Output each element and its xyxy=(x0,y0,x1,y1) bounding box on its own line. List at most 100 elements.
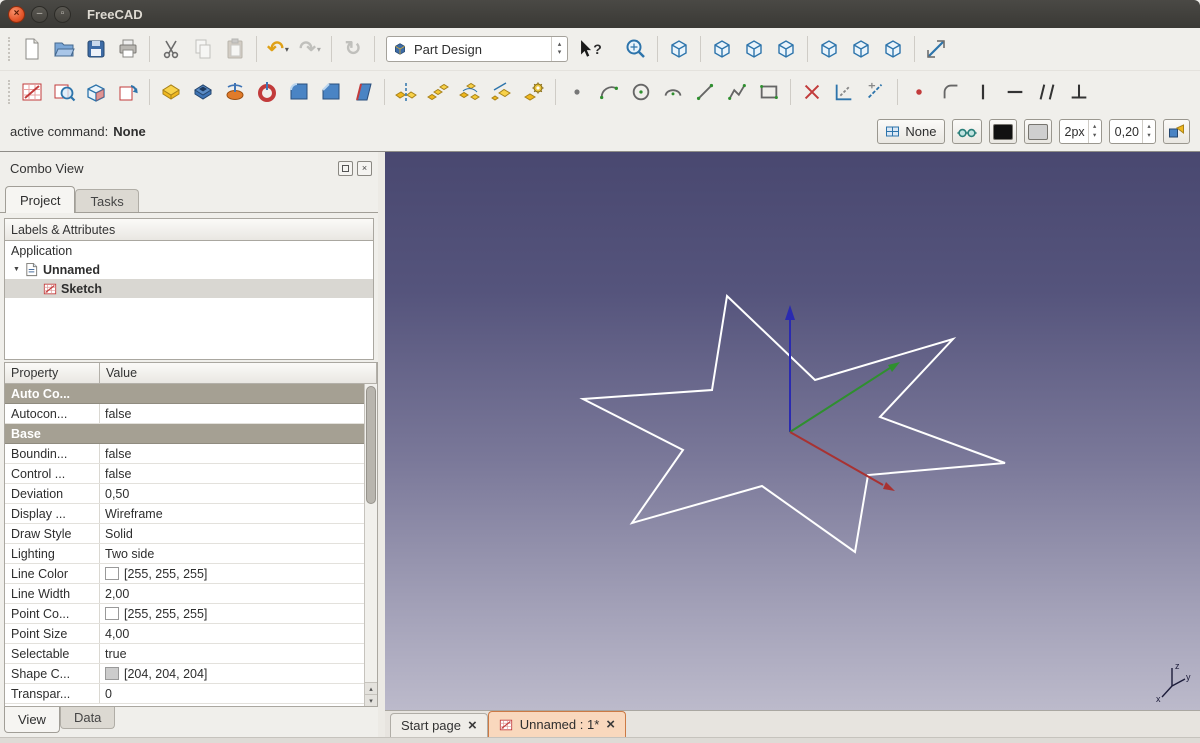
create-circle-button[interactable] xyxy=(625,76,657,108)
tab-view[interactable]: View xyxy=(4,707,60,733)
left-view-button[interactable] xyxy=(877,33,909,65)
refresh-button[interactable]: ↻ xyxy=(337,33,369,65)
whats-this-button[interactable]: ? xyxy=(574,33,606,65)
trim-edge-button[interactable] xyxy=(796,76,828,108)
chamfer-button[interactable] xyxy=(315,76,347,108)
close-tab-icon[interactable]: × xyxy=(606,717,615,732)
pad-button[interactable] xyxy=(155,76,187,108)
new-sketch-button[interactable] xyxy=(16,76,48,108)
workbench-selector-arrows[interactable]: ▴ ▾ xyxy=(551,37,567,61)
create-polyline-button[interactable] xyxy=(721,76,753,108)
rear-view-button[interactable] xyxy=(813,33,845,65)
reorient-sketch-button[interactable] xyxy=(112,76,144,108)
right-view-button[interactable] xyxy=(770,33,802,65)
linear-pattern-button[interactable] xyxy=(422,76,454,108)
property-row[interactable]: Shape C... [204, 204, 204] xyxy=(5,664,364,684)
groove-button[interactable] xyxy=(251,76,283,108)
panel-close-button[interactable]: × xyxy=(357,160,372,176)
face-color-button[interactable] xyxy=(1023,119,1052,144)
pocket-button[interactable] xyxy=(187,76,219,108)
tree-item-application[interactable]: Application xyxy=(5,241,373,260)
paste-button[interactable] xyxy=(219,33,251,65)
fillet-button[interactable] xyxy=(283,76,315,108)
toolbar-handle[interactable] xyxy=(8,37,12,61)
tab-tasks[interactable]: Tasks xyxy=(75,189,139,212)
multitransform-button[interactable] xyxy=(518,76,550,108)
create-fillet-button[interactable] xyxy=(935,76,967,108)
create-line-button[interactable] xyxy=(689,76,721,108)
mirrored-button[interactable] xyxy=(390,76,422,108)
property-group-row[interactable]: Base xyxy=(5,424,364,444)
constrain-vertical-button[interactable] xyxy=(967,76,999,108)
copy-button[interactable] xyxy=(187,33,219,65)
toolbar-handle[interactable] xyxy=(8,79,12,104)
3d-viewport[interactable]: z y x xyxy=(385,152,1200,710)
window-close-button[interactable]: × xyxy=(8,5,25,23)
front-view-button[interactable] xyxy=(706,33,738,65)
property-row[interactable]: Transpar... 0 xyxy=(5,684,364,704)
tree-item-document[interactable]: ▼ Unnamed xyxy=(5,260,373,279)
constrain-coincident-button[interactable] xyxy=(903,76,935,108)
undo-button[interactable]: ↶ ▾ xyxy=(262,33,294,65)
tab-project[interactable]: Project xyxy=(5,186,76,213)
line-width-arrows[interactable]: ▴ ▾ xyxy=(1087,120,1101,143)
revolution-button[interactable] xyxy=(219,76,251,108)
polar-pattern-button[interactable] xyxy=(454,76,486,108)
tab-start-page[interactable]: Start page × xyxy=(390,713,488,737)
panel-float-button[interactable] xyxy=(338,160,353,176)
working-plane-button[interactable]: None xyxy=(877,119,945,144)
line-width-spinbox[interactable]: 2px ▴ ▾ xyxy=(1058,119,1102,144)
titlebar[interactable]: × – ▫ FreeCAD xyxy=(0,0,1200,28)
scrollbar-thumb[interactable] xyxy=(366,386,376,504)
property-row[interactable]: Autocon... false xyxy=(5,404,364,424)
constrain-parallel-button[interactable] xyxy=(1031,76,1063,108)
construction-mode-button[interactable] xyxy=(860,76,892,108)
property-scrollbar[interactable]: ▴ ▾ xyxy=(364,384,377,706)
undo-dropdown-arrow[interactable]: ▾ xyxy=(285,45,289,54)
bottom-view-button[interactable] xyxy=(845,33,877,65)
save-button[interactable] xyxy=(80,33,112,65)
print-button[interactable] xyxy=(112,33,144,65)
window-maximize-button[interactable]: ▫ xyxy=(54,5,71,23)
autogroup-button[interactable] xyxy=(1163,119,1190,144)
construction-toggle-button[interactable] xyxy=(951,119,982,144)
column-property[interactable]: Property xyxy=(5,363,100,384)
expander-icon[interactable]: ▼ xyxy=(13,266,24,273)
panel-splitter[interactable] xyxy=(378,152,385,737)
property-row[interactable]: Point Co... [255, 255, 255] xyxy=(5,604,364,624)
draft-button[interactable] xyxy=(347,76,379,108)
property-row[interactable]: Line Color [255, 255, 255] xyxy=(5,564,364,584)
window-minimize-button[interactable]: – xyxy=(31,5,48,23)
sketch-wireframe-star[interactable] xyxy=(579,293,1006,554)
constrain-horizontal-button[interactable] xyxy=(999,76,1031,108)
create-rectangle-button[interactable] xyxy=(753,76,785,108)
create-conic-button[interactable] xyxy=(657,76,689,108)
new-document-button[interactable] xyxy=(16,33,48,65)
scroll-down-button[interactable]: ▾ xyxy=(365,694,377,706)
redo-dropdown-arrow[interactable]: ▾ xyxy=(317,45,321,54)
property-row[interactable]: Control ... false xyxy=(5,464,364,484)
property-row[interactable]: Draw Style Solid xyxy=(5,524,364,544)
property-group-row[interactable]: Auto Co... xyxy=(5,384,364,404)
document-tree[interactable]: Application ▼ Unnamed Sketch xyxy=(4,241,374,360)
property-row[interactable]: Point Size 4,00 xyxy=(5,624,364,644)
constrain-perpendicular-button[interactable] xyxy=(1063,76,1095,108)
view-sketch-button[interactable] xyxy=(48,76,80,108)
tab-data[interactable]: Data xyxy=(59,707,116,729)
fit-all-button[interactable] xyxy=(620,33,652,65)
map-sketch-button[interactable] xyxy=(80,76,112,108)
property-row[interactable]: Lighting Two side xyxy=(5,544,364,564)
property-row[interactable]: Deviation 0,50 xyxy=(5,484,364,504)
global-scale-arrows[interactable]: ▴ ▾ xyxy=(1142,120,1155,143)
property-row[interactable]: Boundin... false xyxy=(5,444,364,464)
external-geometry-button[interactable] xyxy=(828,76,860,108)
redo-button[interactable]: ↷ ▾ xyxy=(294,33,326,65)
property-row[interactable]: Selectable true xyxy=(5,644,364,664)
scroll-up-button[interactable]: ▴ xyxy=(365,682,377,694)
create-point-button[interactable] xyxy=(561,76,593,108)
axonometric-view-button[interactable] xyxy=(663,33,695,65)
workbench-selector[interactable]: Part Design ▴ ▾ xyxy=(386,36,568,62)
line-color-button[interactable] xyxy=(988,119,1017,144)
scaled-button[interactable] xyxy=(486,76,518,108)
tab-document-unnamed[interactable]: Unnamed : 1* × xyxy=(487,711,627,737)
